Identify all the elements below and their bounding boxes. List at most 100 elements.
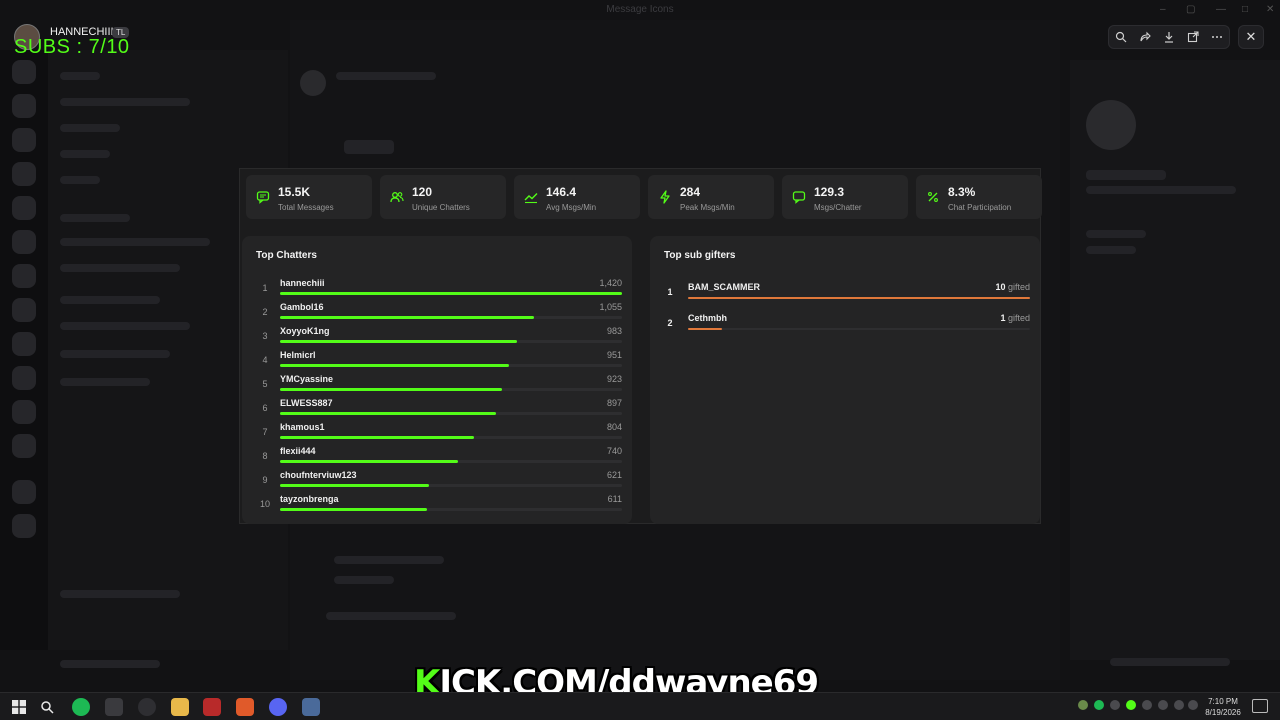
row-name: Helmicrl [280,350,316,360]
tray-mic-icon[interactable] [1158,700,1168,710]
zoom-icon[interactable] [1112,28,1130,46]
chatter-row: 7 khamous1 804 [256,422,622,446]
clock-time: 7:10 PM [1208,697,1238,706]
row-count: 740 [606,446,622,456]
row-bar-track [280,508,622,511]
row-bar-fill [280,292,622,295]
row-rank: 4 [262,355,268,365]
card-title: Top sub gifters [664,250,736,261]
row-bar-fill [280,340,517,343]
tray-spotify-icon[interactable] [1094,700,1104,710]
stat-total-messages: 15.5K Total Messages [246,175,372,219]
server-icon[interactable] [12,434,36,458]
row-rank: 7 [262,427,268,437]
row-rank: 5 [262,379,268,389]
chatter-row: 5 YMCyassine 923 [256,374,622,398]
row-bar-track [280,364,622,367]
row-count: 951 [606,350,622,360]
server-icon[interactable] [12,162,36,186]
row-rank: 3 [262,331,268,341]
tray-app-icon[interactable] [1110,700,1120,710]
app-icon[interactable] [138,698,156,716]
chatter-row: 6 ELWESS887 897 [256,398,622,422]
subs-goal: SUBS : 7/10 [14,36,130,58]
server-icon[interactable] [12,366,36,390]
video-editor-icon[interactable] [203,698,221,716]
row-name: Gambol16 [280,302,324,312]
row-count: 804 [606,422,622,432]
stat-value: 129.3 [814,185,845,199]
tray-app-icon[interactable] [1078,700,1088,710]
server-icon[interactable] [12,332,36,356]
top-gifters-card: Top sub gifters 1 BAM_SCAMMER 10 gifted … [650,236,1040,524]
row-rank: 8 [262,451,268,461]
row-bar-fill [280,316,535,319]
server-icon[interactable] [12,94,36,118]
brave-icon[interactable] [236,698,254,716]
store-icon[interactable] [105,698,123,716]
window-close-icon[interactable]: ✕ [1266,4,1274,15]
row-name: flexii444 [280,446,316,456]
spotify-icon[interactable] [72,698,90,716]
share-icon[interactable] [1136,28,1154,46]
row-name: XoyyoK1ng [280,326,330,336]
server-icon[interactable] [12,230,36,254]
server-icon[interactable] [12,196,36,220]
row-rank: 2 [262,307,268,317]
row-count: 611 [607,494,622,504]
stat-value: 146.4 [546,185,577,199]
row-bar-track [280,412,622,415]
calculator-icon[interactable] [302,698,320,716]
close-viewer-button[interactable]: ✕ [1238,25,1264,49]
row-bar-fill [688,297,1030,299]
row-name: Cethmbh [688,313,727,323]
row-rank: 1 [667,287,673,297]
chatter-row: 4 Helmicrl 951 [256,350,622,374]
window-restore-button[interactable]: ▢ [1186,4,1195,15]
server-icon[interactable] [12,514,36,538]
chatter-row: 8 flexii444 740 [256,446,622,470]
open-external-icon[interactable] [1184,28,1202,46]
stat-label: Avg Msgs/Min [546,203,597,212]
search-icon[interactable] [38,698,56,716]
row-rank: 2 [667,318,673,328]
window-maximize-icon[interactable]: □ [1242,4,1248,15]
chatter-row: 1 hannechiii 1,420 [256,278,622,302]
chatter-row: 10 tayzonbrenga 611 [256,494,622,518]
window-minimize-button[interactable]: – [1160,4,1166,15]
windows-start-icon[interactable] [10,698,28,716]
server-icon[interactable] [12,60,36,84]
row-count: 10 gifted [995,282,1030,292]
window-title: Message Icons [606,4,674,15]
tray-kick-icon[interactable] [1126,700,1136,710]
server-icon[interactable] [12,480,36,504]
window-minimize-icon[interactable]: — [1216,4,1226,15]
folder-icon[interactable] [171,698,189,716]
tray-app-icon[interactable] [1142,700,1152,710]
discord-icon[interactable] [269,698,287,716]
server-icon[interactable] [12,400,36,424]
server-icon[interactable] [12,298,36,322]
stat-label: Msgs/Chatter [814,203,862,212]
close-icon: ✕ [1245,29,1257,44]
tray-wifi-icon[interactable] [1174,700,1184,710]
taskbar-clock[interactable]: 7:10 PM 8/19/2026 [1198,696,1248,718]
download-icon[interactable] [1160,28,1178,46]
chatter-row: 3 XoyyoK1ng 983 [256,326,622,350]
gifter-row: 1 BAM_SCAMMER 10 gifted [664,282,1030,308]
notification-icon[interactable] [1252,699,1268,713]
tray-volume-icon[interactable] [1188,700,1198,710]
stat-label: Total Messages [278,203,334,212]
row-bar-fill [688,328,723,330]
server-icon[interactable] [12,128,36,152]
row-bar-fill [280,460,459,463]
row-bar-track [688,297,1030,299]
stat-peak-msgs-min: 284 Peak Msgs/Min [648,175,774,219]
stat-unique-chatters: 120 Unique Chatters [380,175,506,219]
server-icon[interactable] [12,264,36,288]
more-icon[interactable] [1208,28,1226,46]
row-name: tayzonbrenga [280,494,339,504]
stat-value: 284 [680,185,701,199]
bolt-icon [660,190,670,204]
gift-count: 1 [1000,313,1006,323]
